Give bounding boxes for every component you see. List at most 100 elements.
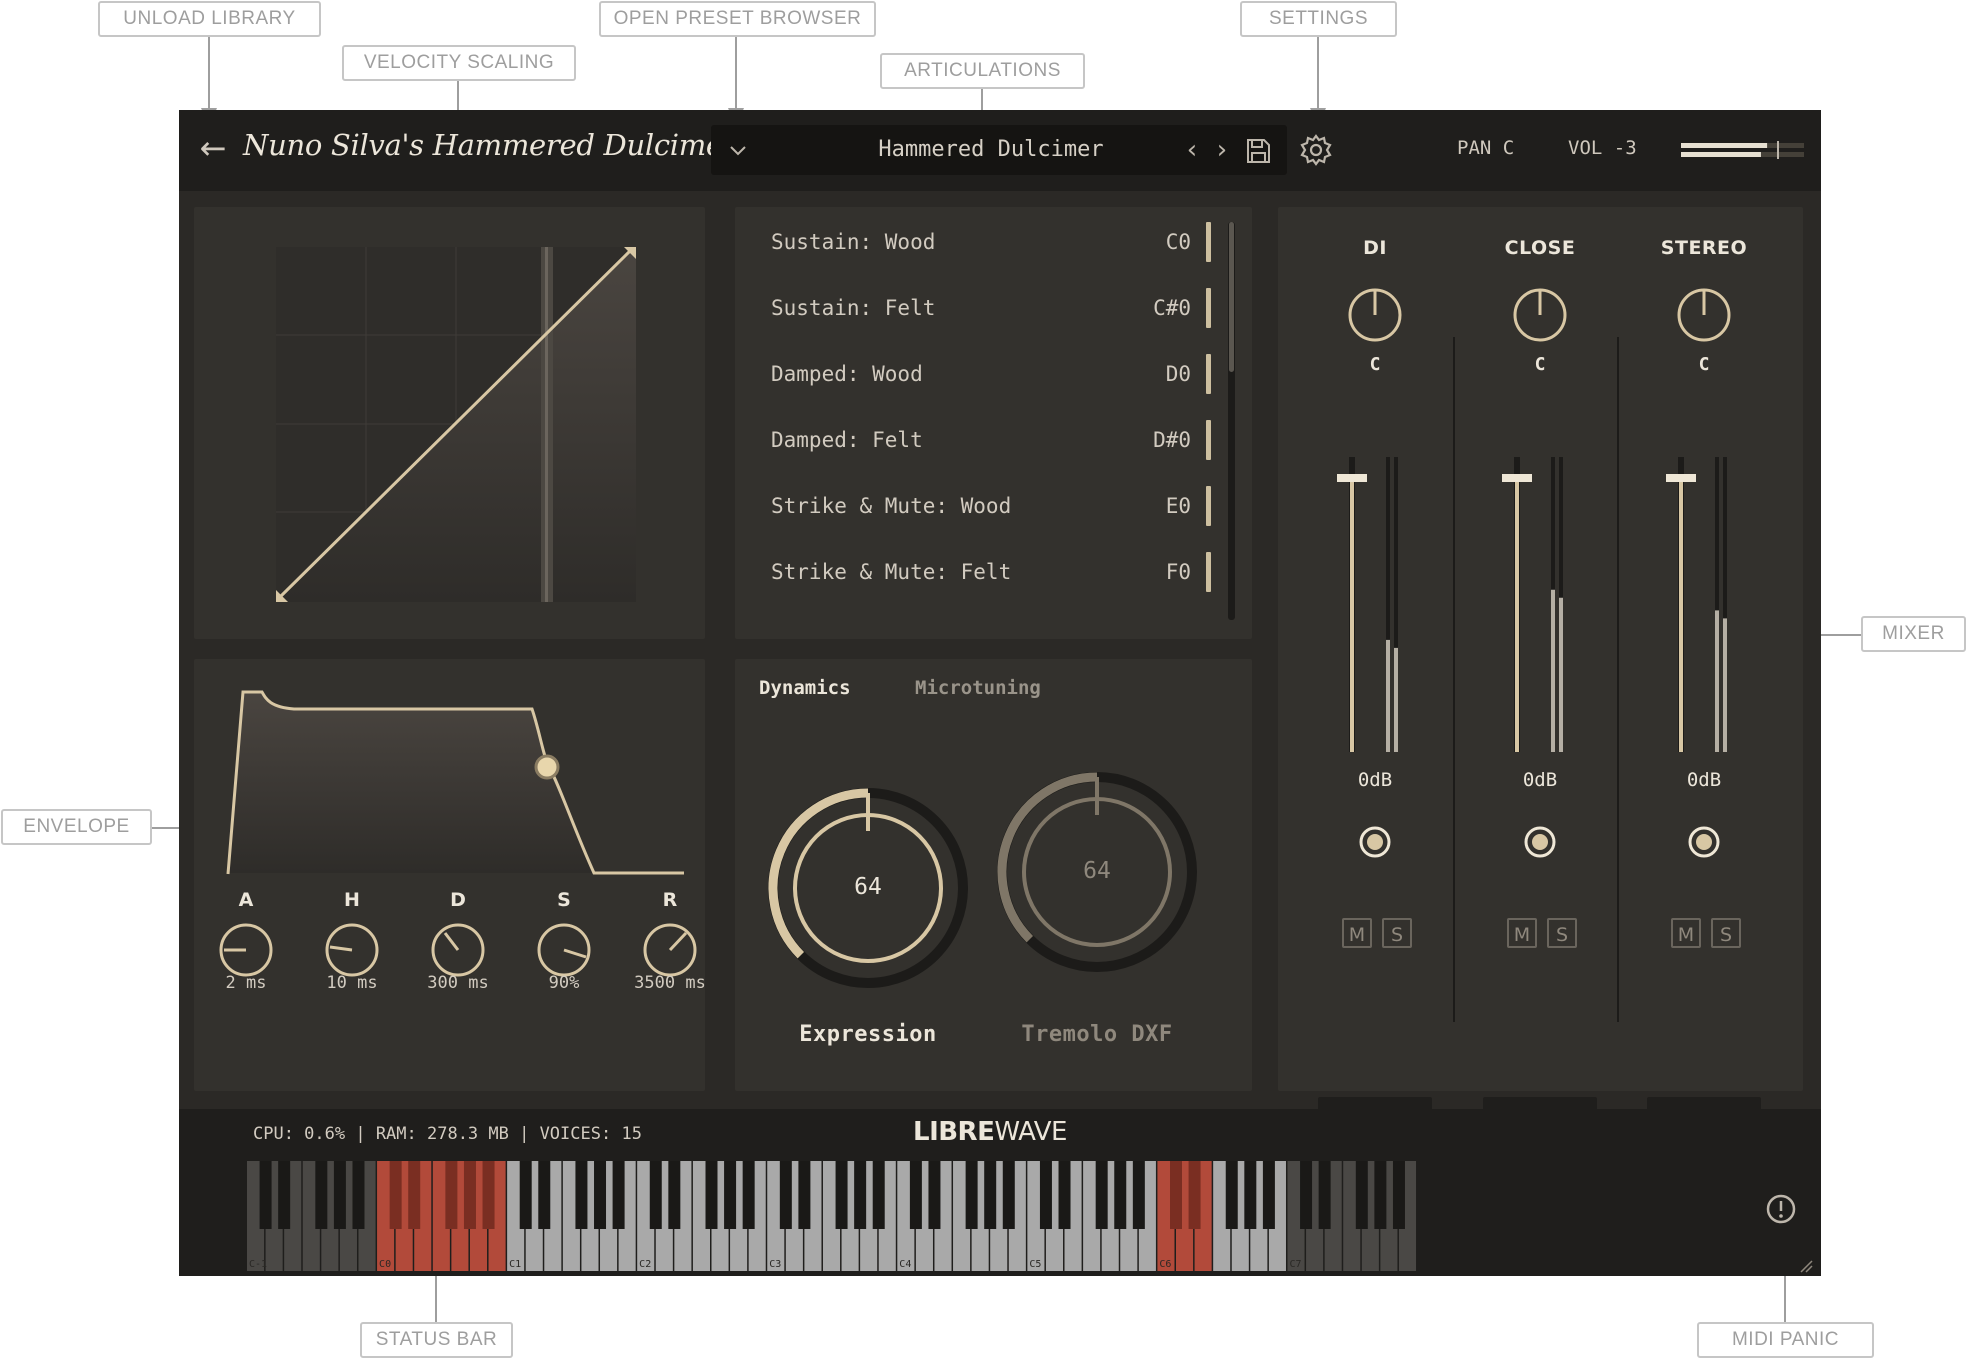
black-key[interactable] — [984, 1161, 997, 1229]
hold-knob[interactable] — [322, 920, 382, 980]
articulation-row[interactable]: Sustain: Felt C#0 — [771, 288, 1191, 328]
velocity-scaling-panel[interactable] — [194, 207, 705, 639]
channel-mute-button[interactable]: M — [1507, 918, 1537, 948]
sustain-knob[interactable] — [534, 920, 594, 980]
tremolo-value: 64 — [1083, 858, 1111, 884]
black-key[interactable] — [1188, 1161, 1201, 1229]
release-knob[interactable] — [640, 920, 700, 980]
black-key[interactable] — [1392, 1161, 1405, 1229]
black-key[interactable] — [1095, 1161, 1108, 1229]
black-key[interactable] — [1300, 1161, 1313, 1229]
black-key[interactable] — [278, 1161, 291, 1229]
channel-solo-button[interactable]: S — [1382, 918, 1412, 948]
black-key[interactable] — [909, 1161, 922, 1229]
resize-grip-icon[interactable] — [1799, 1259, 1813, 1273]
black-key[interactable] — [482, 1161, 495, 1229]
channel-route-icon[interactable] — [1523, 825, 1557, 859]
black-key[interactable] — [519, 1161, 532, 1229]
articulations-scrollbar[interactable] — [1228, 222, 1235, 620]
black-key[interactable] — [872, 1161, 885, 1229]
articulation-row[interactable]: Sustain: Wood C0 — [771, 222, 1191, 262]
next-preset-icon[interactable]: › — [1211, 135, 1233, 165]
black-key[interactable] — [705, 1161, 718, 1229]
channel-fader[interactable] — [1333, 447, 1413, 752]
preset-browser[interactable]: Hammered Dulcimer ‹ › — [711, 125, 1287, 175]
decay-knob[interactable] — [428, 920, 488, 980]
articulation-row[interactable]: Damped: Felt D#0 — [771, 420, 1191, 460]
master-pan[interactable]: PAN C — [1457, 137, 1514, 159]
back-arrow-icon[interactable]: ← — [193, 128, 233, 168]
black-key[interactable] — [798, 1161, 811, 1229]
previous-preset-icon[interactable]: ‹ — [1181, 135, 1203, 165]
articulation-indicator — [1206, 420, 1211, 460]
channel-pan-value: C — [1698, 354, 1710, 375]
piano-keyboard[interactable]: C-1 C0 C1 C2 C3 C4 C5 C6 C7 — [179, 1161, 1821, 1276]
articulation-row[interactable]: Strike & Mute: Felt F0 — [771, 552, 1191, 592]
articulation-row[interactable]: Damped: Wood D0 — [771, 354, 1191, 394]
black-key[interactable] — [649, 1161, 662, 1229]
black-key[interactable] — [315, 1161, 328, 1229]
black-key[interactable] — [538, 1161, 551, 1229]
black-key[interactable] — [352, 1161, 365, 1229]
black-key[interactable] — [1114, 1161, 1127, 1229]
attack-knob[interactable] — [216, 920, 276, 980]
channel-fader[interactable] — [1662, 447, 1742, 752]
black-key[interactable] — [612, 1161, 625, 1229]
channel-pan-knob[interactable] — [1345, 285, 1405, 345]
black-key[interactable] — [724, 1161, 737, 1229]
preset-name[interactable]: Hammered Dulcimer — [841, 125, 1141, 175]
black-key[interactable] — [835, 1161, 848, 1229]
black-key[interactable] — [742, 1161, 755, 1229]
black-key[interactable] — [445, 1161, 458, 1229]
callout-open-preset-browser: OPEN PRESET BROWSER — [599, 1, 876, 37]
release-value: 3500 ms — [634, 973, 706, 993]
black-key[interactable] — [1058, 1161, 1071, 1229]
articulation-name: Sustain: Felt — [771, 296, 936, 320]
black-key[interactable] — [594, 1161, 607, 1229]
envelope-graph[interactable] — [194, 659, 705, 879]
master-volume[interactable]: VOL -3 — [1568, 137, 1637, 159]
tremolo-label: Tremolo DXF — [1021, 1022, 1173, 1047]
articulation-indicator — [1206, 354, 1211, 394]
save-icon[interactable] — [1243, 136, 1273, 166]
black-key[interactable] — [408, 1161, 421, 1229]
channel-pan-knob[interactable] — [1674, 285, 1734, 345]
black-key[interactable] — [463, 1161, 476, 1229]
black-key[interactable] — [928, 1161, 941, 1229]
channel-mute-button[interactable]: M — [1671, 918, 1701, 948]
channel-mute-button[interactable]: M — [1342, 918, 1372, 948]
channel-solo-button[interactable]: S — [1711, 918, 1741, 948]
channel-name: STEREO — [1660, 237, 1748, 259]
black-key[interactable] — [779, 1161, 792, 1229]
channel-route-icon[interactable] — [1687, 825, 1721, 859]
black-key[interactable] — [1132, 1161, 1145, 1229]
channel-solo-button[interactable]: S — [1547, 918, 1577, 948]
black-key[interactable] — [1170, 1161, 1182, 1229]
channel-fader[interactable] — [1498, 447, 1578, 752]
black-key[interactable] — [965, 1161, 978, 1229]
attack-label: A — [238, 889, 254, 911]
black-key[interactable] — [389, 1161, 402, 1229]
black-key[interactable] — [1355, 1161, 1368, 1229]
black-key[interactable] — [575, 1161, 588, 1229]
black-key[interactable] — [854, 1161, 867, 1229]
black-key[interactable] — [1244, 1161, 1257, 1229]
black-key[interactable] — [1318, 1161, 1331, 1229]
black-key[interactable] — [668, 1161, 681, 1229]
velocity-curve-graph[interactable] — [194, 207, 705, 639]
channel-route-icon[interactable] — [1358, 825, 1392, 859]
octave-label: C2 — [639, 1259, 651, 1270]
chevron-down-icon[interactable] — [723, 135, 753, 165]
channel-pan-knob[interactable] — [1510, 285, 1570, 345]
black-key[interactable] — [333, 1161, 346, 1229]
midi-panic-icon[interactable] — [1763, 1191, 1799, 1227]
black-key[interactable] — [259, 1161, 272, 1229]
black-key[interactable] — [1039, 1161, 1052, 1229]
black-key[interactable] — [1002, 1161, 1015, 1229]
black-key[interactable] — [1225, 1161, 1238, 1229]
black-key[interactable] — [1262, 1161, 1275, 1229]
gear-icon[interactable] — [1298, 132, 1334, 168]
black-key[interactable] — [1374, 1161, 1387, 1229]
articulation-row[interactable]: Strike & Mute: Wood E0 — [771, 486, 1191, 526]
scrollbar-thumb[interactable] — [1229, 222, 1234, 372]
